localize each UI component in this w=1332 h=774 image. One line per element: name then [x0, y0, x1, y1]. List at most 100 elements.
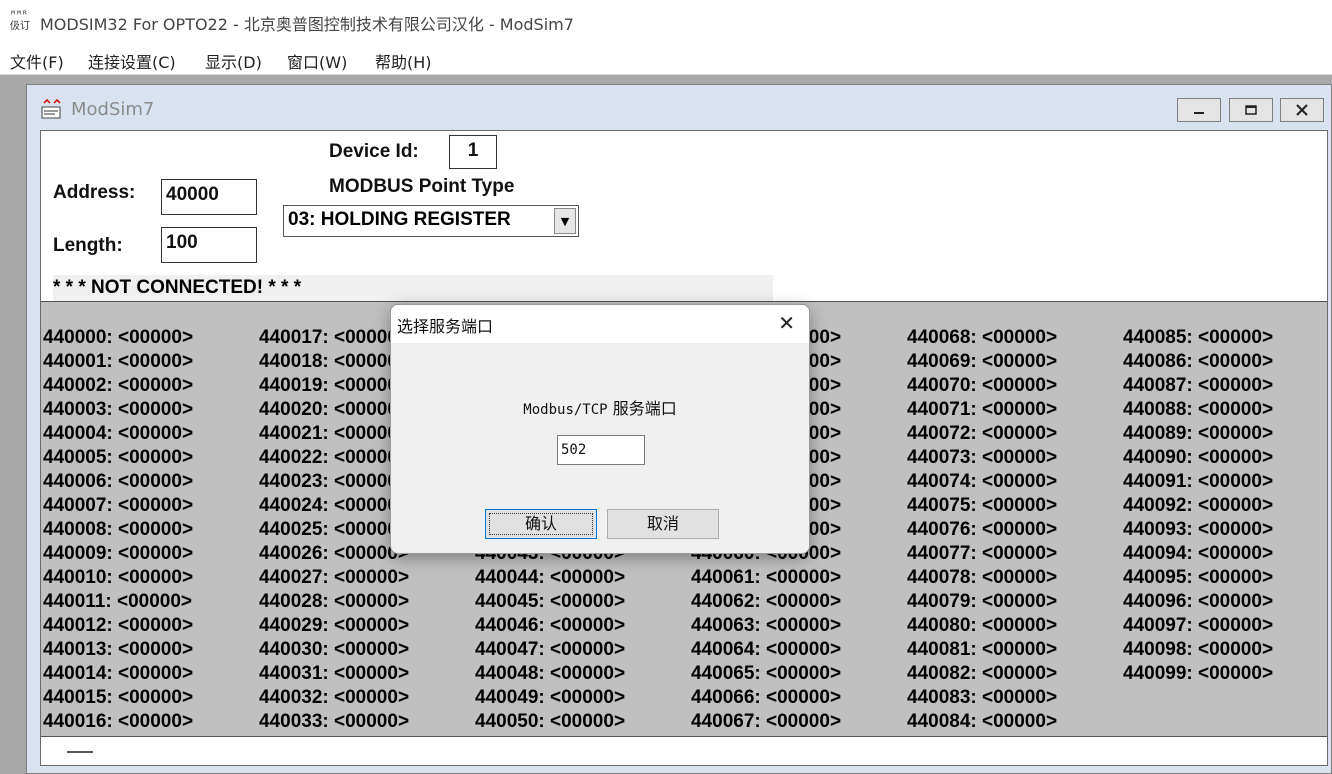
- register-row[interactable]: 440069: <00000>: [907, 350, 1057, 374]
- register-row[interactable]: 440082: <00000>: [907, 662, 1057, 686]
- register-row[interactable]: 440062: <00000>: [691, 590, 841, 614]
- register-row[interactable]: 440065: <00000>: [691, 662, 841, 686]
- menu-connection[interactable]: 连接设置(C): [88, 49, 176, 73]
- register-row[interactable]: 440092: <00000>: [1123, 494, 1273, 518]
- register-row[interactable]: 440049: <00000>: [475, 686, 625, 710]
- cancel-button[interactable]: 取消: [607, 509, 719, 539]
- register-row[interactable]: 440023: <00000>: [259, 470, 409, 494]
- register-row[interactable]: 440071: <00000>: [907, 398, 1057, 422]
- register-row[interactable]: 440004: <00000>: [43, 422, 193, 446]
- register-row[interactable]: 440011: <00000>: [43, 590, 193, 614]
- device-id-field[interactable]: 1: [449, 135, 497, 169]
- register-row[interactable]: 440024: <00000>: [259, 494, 409, 518]
- register-row[interactable]: 440047: <00000>: [475, 638, 625, 662]
- register-row[interactable]: 440031: <00000>: [259, 662, 409, 686]
- register-row[interactable]: 440018: <00000>: [259, 350, 409, 374]
- register-row[interactable]: 440030: <00000>: [259, 638, 409, 662]
- register-row[interactable]: 440001: <00000>: [43, 350, 193, 374]
- register-row[interactable]: 440061: <00000>: [691, 566, 841, 590]
- register-row[interactable]: 440000: <00000>: [43, 326, 193, 350]
- focus-rect: [489, 513, 593, 535]
- menu-display[interactable]: 显示(D): [205, 49, 262, 73]
- register-row[interactable]: 440066: <00000>: [691, 686, 841, 710]
- register-row[interactable]: 440012: <00000>: [43, 614, 193, 638]
- register-row[interactable]: 440083: <00000>: [907, 686, 1057, 710]
- register-row[interactable]: 440022: <00000>: [259, 446, 409, 470]
- register-row[interactable]: 440090: <00000>: [1123, 446, 1273, 470]
- register-row[interactable]: 440008: <00000>: [43, 518, 193, 542]
- register-row[interactable]: 440084: <00000>: [907, 710, 1057, 734]
- register-row[interactable]: 440003: <00000>: [43, 398, 193, 422]
- register-row[interactable]: 440074: <00000>: [907, 470, 1057, 494]
- register-row[interactable]: 440025: <00000>: [259, 518, 409, 542]
- register-row[interactable]: 440077: <00000>: [907, 542, 1057, 566]
- port-label-text: 服务端口: [612, 399, 677, 418]
- register-row[interactable]: 440075: <00000>: [907, 494, 1057, 518]
- register-row[interactable]: 440081: <00000>: [907, 638, 1057, 662]
- register-row[interactable]: 440032: <00000>: [259, 686, 409, 710]
- register-row[interactable]: 440096: <00000>: [1123, 590, 1273, 614]
- register-row[interactable]: 440027: <00000>: [259, 566, 409, 590]
- register-row[interactable]: 440045: <00000>: [475, 590, 625, 614]
- register-row[interactable]: 440080: <00000>: [907, 614, 1057, 638]
- register-row[interactable]: 440028: <00000>: [259, 590, 409, 614]
- minimize-button[interactable]: [1177, 98, 1221, 122]
- address-field[interactable]: 40000: [161, 179, 257, 215]
- register-row[interactable]: 440085: <00000>: [1123, 326, 1273, 350]
- register-row[interactable]: 440033: <00000>: [259, 710, 409, 734]
- register-row[interactable]: 440009: <00000>: [43, 542, 193, 566]
- register-row[interactable]: 440015: <00000>: [43, 686, 193, 710]
- register-row[interactable]: 440094: <00000>: [1123, 542, 1273, 566]
- register-row[interactable]: 440095: <00000>: [1123, 566, 1273, 590]
- register-row[interactable]: 440019: <00000>: [259, 374, 409, 398]
- chevron-down-icon[interactable]: ▼: [554, 208, 576, 234]
- register-row[interactable]: 440073: <00000>: [907, 446, 1057, 470]
- menu-window[interactable]: 窗口(W): [287, 49, 347, 73]
- register-row[interactable]: 440046: <00000>: [475, 614, 625, 638]
- register-row[interactable]: 440020: <00000>: [259, 398, 409, 422]
- port-input[interactable]: 502: [557, 435, 645, 465]
- register-row[interactable]: 440026: <00000>: [259, 542, 409, 566]
- register-row[interactable]: 440002: <00000>: [43, 374, 193, 398]
- register-row[interactable]: 440010: <00000>: [43, 566, 193, 590]
- register-row[interactable]: 440007: <00000>: [43, 494, 193, 518]
- register-row[interactable]: 440089: <00000>: [1123, 422, 1273, 446]
- register-row[interactable]: 440087: <00000>: [1123, 374, 1273, 398]
- register-row[interactable]: 440064: <00000>: [691, 638, 841, 662]
- register-row[interactable]: 440098: <00000>: [1123, 638, 1273, 662]
- register-row[interactable]: 440097: <00000>: [1123, 614, 1273, 638]
- register-row[interactable]: 440063: <00000>: [691, 614, 841, 638]
- register-row[interactable]: 440050: <00000>: [475, 710, 625, 734]
- register-row[interactable]: 440029: <00000>: [259, 614, 409, 638]
- register-row[interactable]: 440093: <00000>: [1123, 518, 1273, 542]
- close-button[interactable]: [1280, 98, 1324, 122]
- menu-file[interactable]: 文件(F): [10, 49, 64, 73]
- register-row[interactable]: 440014: <00000>: [43, 662, 193, 686]
- register-row[interactable]: 440016: <00000>: [43, 710, 193, 734]
- register-address: 440021: [259, 423, 323, 444]
- register-row[interactable]: 440021: <00000>: [259, 422, 409, 446]
- register-row[interactable]: 440079: <00000>: [907, 590, 1057, 614]
- register-row[interactable]: 440088: <00000>: [1123, 398, 1273, 422]
- register-row[interactable]: 440078: <00000>: [907, 566, 1057, 590]
- ok-button[interactable]: 确认: [485, 509, 597, 539]
- register-row[interactable]: 440017: <00000>: [259, 326, 409, 350]
- register-row[interactable]: 440006: <00000>: [43, 470, 193, 494]
- register-row[interactable]: 440099: <00000>: [1123, 662, 1273, 686]
- register-row[interactable]: 440013: <00000>: [43, 638, 193, 662]
- length-field[interactable]: 100: [161, 227, 257, 263]
- restore-button[interactable]: [1229, 98, 1273, 122]
- dialog-close-icon[interactable]: ✕: [778, 311, 795, 335]
- register-row[interactable]: 440005: <00000>: [43, 446, 193, 470]
- register-row[interactable]: 440070: <00000>: [907, 374, 1057, 398]
- register-row[interactable]: 440086: <00000>: [1123, 350, 1273, 374]
- register-row[interactable]: 440048: <00000>: [475, 662, 625, 686]
- point-type-select[interactable]: 03: HOLDING REGISTER ▼: [283, 205, 579, 237]
- register-row[interactable]: 440072: <00000>: [907, 422, 1057, 446]
- register-row[interactable]: 440091: <00000>: [1123, 470, 1273, 494]
- register-row[interactable]: 440068: <00000>: [907, 326, 1057, 350]
- register-row[interactable]: 440044: <00000>: [475, 566, 625, 590]
- register-row[interactable]: 440076: <00000>: [907, 518, 1057, 542]
- menu-help[interactable]: 帮助(H): [375, 49, 432, 73]
- register-row[interactable]: 440067: <00000>: [691, 710, 841, 734]
